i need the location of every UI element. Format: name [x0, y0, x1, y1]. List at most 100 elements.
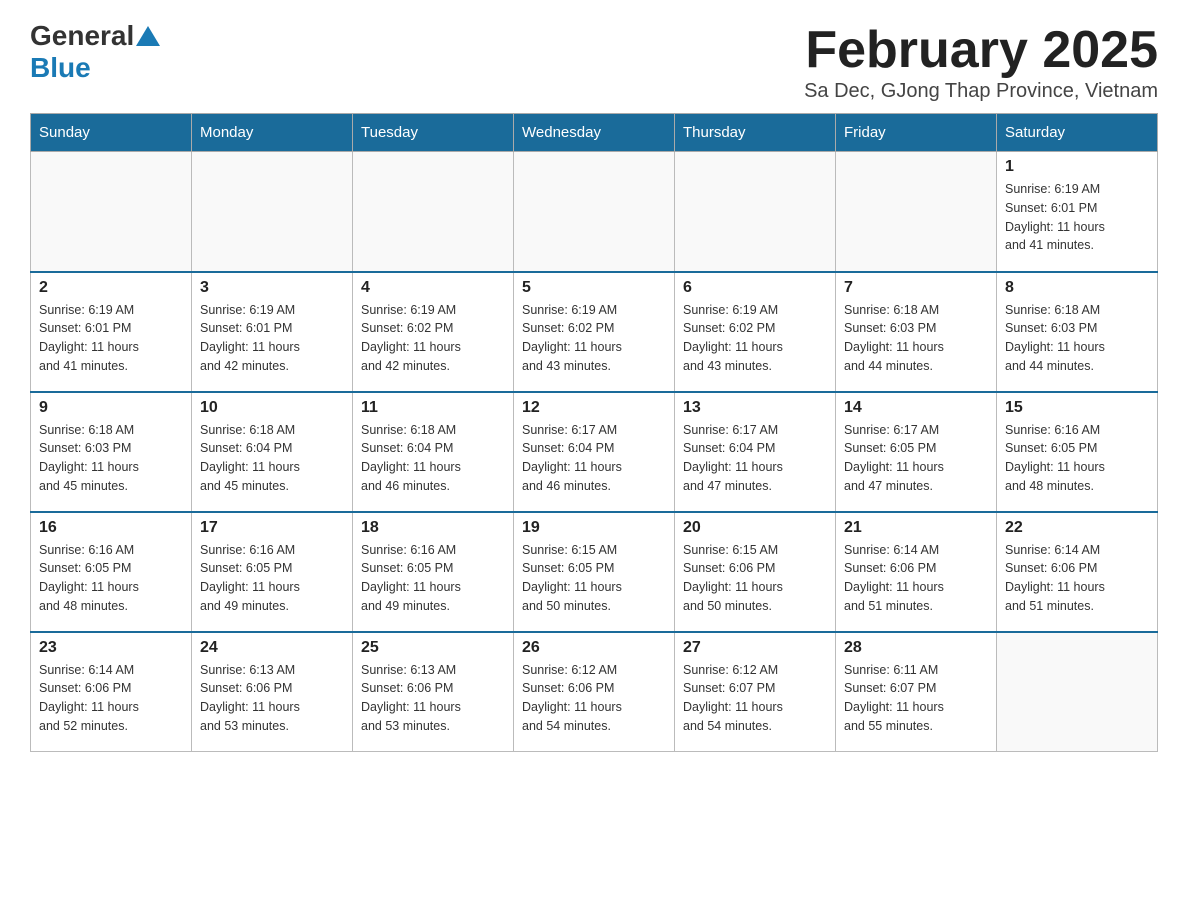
- day-of-week-friday: Friday: [836, 114, 997, 152]
- day-info: Sunrise: 6:16 AMSunset: 6:05 PMDaylight:…: [39, 541, 183, 616]
- calendar-day-cell: [31, 152, 192, 272]
- day-info: Sunrise: 6:18 AMSunset: 6:04 PMDaylight:…: [361, 421, 505, 496]
- day-number: 3: [200, 279, 344, 297]
- calendar-day-cell: 26Sunrise: 6:12 AMSunset: 6:06 PMDayligh…: [514, 632, 675, 752]
- day-info: Sunrise: 6:17 AMSunset: 6:05 PMDaylight:…: [844, 421, 988, 496]
- calendar-day-cell: 22 Sunrise: 6:14 AMSunset: 6:06 PMDayligh…: [997, 512, 1158, 632]
- day-number: 27: [683, 639, 827, 657]
- day-number: 16: [39, 519, 183, 537]
- day-info: Sunrise: 6:14 AMSunset: 6:06 PMDaylight:…: [39, 661, 183, 736]
- calendar-day-cell: 14 Sunrise: 6:17 AMSunset: 6:05 PMDayligh…: [836, 392, 997, 512]
- day-number: 23: [39, 639, 183, 657]
- calendar-day-cell: 2 Sunrise: 6:19 AMSunset: 6:01 PMDaylight…: [31, 272, 192, 392]
- day-info: Sunrise: 6:11 AMSunset: 6:07 PMDaylight:…: [844, 661, 988, 736]
- day-info: Sunrise: 6:16 AMSunset: 6:05 PMDaylight:…: [361, 541, 505, 616]
- calendar-day-cell: [997, 632, 1158, 752]
- calendar-day-cell: 24 Sunrise: 6:13 AMSunset: 6:06 PMDayligh…: [192, 632, 353, 752]
- calendar-day-cell: 16 Sunrise: 6:16 AMSunset: 6:05 PMDayligh…: [31, 512, 192, 632]
- day-number: 9: [39, 399, 183, 417]
- day-info: Sunrise: 6:13 AMSunset: 6:06 PMDaylight:…: [200, 661, 344, 736]
- day-number: 4: [361, 279, 505, 297]
- day-of-week-monday: Monday: [192, 114, 353, 152]
- calendar-week-row: 1 Sunrise: 6:19 AMSunset: 6:01 PMDaylight…: [31, 152, 1158, 272]
- day-info: Sunrise: 6:18 AMSunset: 6:03 PMDaylight:…: [844, 301, 988, 376]
- day-info: Sunrise: 6:18 AMSunset: 6:03 PMDaylight:…: [1005, 301, 1149, 376]
- day-number: 25: [361, 639, 505, 657]
- calendar-day-cell: 20 Sunrise: 6:15 AMSunset: 6:06 PMDayligh…: [675, 512, 836, 632]
- calendar-day-cell: 11 Sunrise: 6:18 AMSunset: 6:04 PMDayligh…: [353, 392, 514, 512]
- calendar-day-cell: [353, 152, 514, 272]
- calendar-day-cell: 8 Sunrise: 6:18 AMSunset: 6:03 PMDaylight…: [997, 272, 1158, 392]
- day-of-week-saturday: Saturday: [997, 114, 1158, 152]
- day-number: 18: [361, 519, 505, 537]
- day-info: Sunrise: 6:19 AMSunset: 6:01 PMDaylight:…: [39, 301, 183, 376]
- day-info: Sunrise: 6:12 AMSunset: 6:07 PMDaylight:…: [683, 661, 827, 736]
- day-info: Sunrise: 6:15 AMSunset: 6:06 PMDaylight:…: [683, 541, 827, 616]
- day-info: Sunrise: 6:19 AMSunset: 6:02 PMDaylight:…: [361, 301, 505, 376]
- logo-triangle-icon: [136, 26, 160, 46]
- calendar-week-row: 9 Sunrise: 6:18 AMSunset: 6:03 PMDaylight…: [31, 392, 1158, 512]
- calendar-week-row: 23 Sunrise: 6:14 AMSunset: 6:06 PMDayligh…: [31, 632, 1158, 752]
- calendar-day-cell: 9 Sunrise: 6:18 AMSunset: 6:03 PMDaylight…: [31, 392, 192, 512]
- calendar-day-cell: 6 Sunrise: 6:19 AMSunset: 6:02 PMDaylight…: [675, 272, 836, 392]
- day-number: 12: [522, 399, 666, 417]
- calendar-day-cell: 25 Sunrise: 6:13 AMSunset: 6:06 PMDayligh…: [353, 632, 514, 752]
- calendar-day-cell: 1 Sunrise: 6:19 AMSunset: 6:01 PMDaylight…: [997, 152, 1158, 272]
- logo-general-text: General: [30, 20, 134, 52]
- day-number: 7: [844, 279, 988, 297]
- calendar-day-cell: 21Sunrise: 6:14 AMSunset: 6:06 PMDayligh…: [836, 512, 997, 632]
- day-number: 13: [683, 399, 827, 417]
- day-number: 6: [683, 279, 827, 297]
- day-number: 11: [361, 399, 505, 417]
- calendar-day-cell: 28 Sunrise: 6:11 AMSunset: 6:07 PMDayligh…: [836, 632, 997, 752]
- day-number: 20: [683, 519, 827, 537]
- day-info: Sunrise: 6:18 AMSunset: 6:04 PMDaylight:…: [200, 421, 344, 496]
- page-header: General Blue February 2025 Sa Dec, GJong…: [30, 20, 1158, 103]
- calendar-header-row: SundayMondayTuesdayWednesdayThursdayFrid…: [31, 114, 1158, 152]
- calendar-day-cell: 19 Sunrise: 6:15 AMSunset: 6:05 PMDayligh…: [514, 512, 675, 632]
- calendar-day-cell: 3 Sunrise: 6:19 AMSunset: 6:01 PMDaylight…: [192, 272, 353, 392]
- calendar-subtitle: Sa Dec, GJong Thap Province, Vietnam: [804, 80, 1158, 103]
- day-number: 21: [844, 519, 988, 537]
- calendar-day-cell: [192, 152, 353, 272]
- day-of-week-sunday: Sunday: [31, 114, 192, 152]
- day-number: 2: [39, 279, 183, 297]
- day-info: Sunrise: 6:19 AMSunset: 6:01 PMDaylight:…: [1005, 180, 1149, 255]
- day-number: 15: [1005, 399, 1149, 417]
- calendar-day-cell: 12 Sunrise: 6:17 AMSunset: 6:04 PMDayligh…: [514, 392, 675, 512]
- calendar-day-cell: [675, 152, 836, 272]
- day-info: Sunrise: 6:19 AMSunset: 6:01 PMDaylight:…: [200, 301, 344, 376]
- calendar-title: February 2025: [804, 20, 1158, 80]
- day-info: Sunrise: 6:19 AMSunset: 6:02 PMDaylight:…: [522, 301, 666, 376]
- day-number: 17: [200, 519, 344, 537]
- day-info: Sunrise: 6:16 AMSunset: 6:05 PMDaylight:…: [200, 541, 344, 616]
- day-of-week-thursday: Thursday: [675, 114, 836, 152]
- day-number: 1: [1005, 158, 1149, 176]
- day-number: 14: [844, 399, 988, 417]
- day-info: Sunrise: 6:18 AMSunset: 6:03 PMDaylight:…: [39, 421, 183, 496]
- calendar-day-cell: 5Sunrise: 6:19 AMSunset: 6:02 PMDaylight…: [514, 272, 675, 392]
- calendar-day-cell: 27 Sunrise: 6:12 AMSunset: 6:07 PMDayligh…: [675, 632, 836, 752]
- calendar-day-cell: [836, 152, 997, 272]
- day-number: 22: [1005, 519, 1149, 537]
- day-info: Sunrise: 6:15 AMSunset: 6:05 PMDaylight:…: [522, 541, 666, 616]
- day-number: 26: [522, 639, 666, 657]
- day-info: Sunrise: 6:17 AMSunset: 6:04 PMDaylight:…: [683, 421, 827, 496]
- calendar-week-row: 2 Sunrise: 6:19 AMSunset: 6:01 PMDaylight…: [31, 272, 1158, 392]
- day-info: Sunrise: 6:19 AMSunset: 6:02 PMDaylight:…: [683, 301, 827, 376]
- day-info: Sunrise: 6:14 AMSunset: 6:06 PMDaylight:…: [1005, 541, 1149, 616]
- calendar-week-row: 16 Sunrise: 6:16 AMSunset: 6:05 PMDayligh…: [31, 512, 1158, 632]
- day-of-week-wednesday: Wednesday: [514, 114, 675, 152]
- day-number: 8: [1005, 279, 1149, 297]
- calendar-table: SundayMondayTuesdayWednesdayThursdayFrid…: [30, 113, 1158, 752]
- day-info: Sunrise: 6:17 AMSunset: 6:04 PMDaylight:…: [522, 421, 666, 496]
- day-info: Sunrise: 6:13 AMSunset: 6:06 PMDaylight:…: [361, 661, 505, 736]
- day-number: 24: [200, 639, 344, 657]
- logo: General Blue: [30, 20, 162, 84]
- calendar-day-cell: 23 Sunrise: 6:14 AMSunset: 6:06 PMDayligh…: [31, 632, 192, 752]
- day-of-week-tuesday: Tuesday: [353, 114, 514, 152]
- day-number: 19: [522, 519, 666, 537]
- day-number: 10: [200, 399, 344, 417]
- calendar-day-cell: 10 Sunrise: 6:18 AMSunset: 6:04 PMDayligh…: [192, 392, 353, 512]
- day-number: 28: [844, 639, 988, 657]
